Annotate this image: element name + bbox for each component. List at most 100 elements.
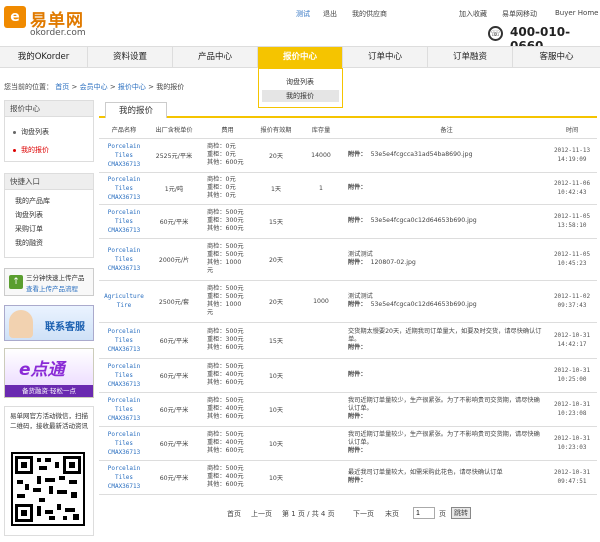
cell-line: 09:47:51 [557, 478, 587, 485]
attach-label: 附件： [348, 217, 367, 224]
bullet-icon [13, 149, 16, 152]
cell-line: Porcelain [107, 362, 141, 370]
side-inquiry-list[interactable]: 询盘列表 [21, 127, 49, 137]
cell-line: 重柜：500元 [207, 293, 244, 300]
product-link[interactable]: Porcelain Tiles CMAX36713 [99, 426, 149, 461]
cell-line: 商检：500元 [207, 328, 244, 335]
nav-my-okorder[interactable]: 我的OKorder [0, 47, 88, 68]
nav-quotes[interactable]: 报价中心 [258, 47, 343, 68]
attachment-link[interactable]: 53e5e4fcgca0c12d64653b690.jpg [371, 217, 477, 224]
cell-line: CMAX36713 [107, 264, 141, 272]
header: e 易单网 okorder.com 测试 退出 我的供应商 加入收藏 易单网移动… [0, 0, 600, 53]
site-logo[interactable]: e 易单网 okorder.com [4, 6, 104, 40]
cell-line: 商检：500元 [207, 243, 244, 250]
product-link[interactable]: Porcelain Tiles CMAX36713 [99, 358, 149, 393]
breadcrumb: 您当前的位置： 首页 > 会员中心 > 报价中心 > 我的报价 [4, 82, 184, 92]
cell-line: 2012-10-31 [553, 332, 591, 339]
cell-line: 其他：600元 [207, 225, 244, 232]
quote-menu: 报价中心 询盘列表 我的报价 [4, 100, 94, 162]
nav-service[interactable]: 客服中心 [513, 47, 600, 68]
cell-line: Tiles [114, 405, 134, 413]
product-link[interactable]: Porcelain Tiles CMAX36713 [99, 392, 149, 427]
user-link[interactable]: 测试 [296, 9, 310, 19]
nav-products[interactable]: 产品中心 [173, 47, 258, 68]
nav-financing[interactable]: 订单融资 [428, 47, 513, 68]
contact-service-banner[interactable]: 联系客服 [4, 305, 94, 341]
cell-line: 重柜：500元 [207, 251, 244, 258]
attachment-link[interactable]: 53e5e4fcgcca31ad54ba8690.jpg [371, 151, 473, 158]
nav-profile[interactable]: 资料设置 [88, 47, 173, 68]
attachment-link[interactable]: 120807-02.jpg [371, 259, 416, 266]
note-text: 测试测试 [348, 293, 373, 300]
pager-prev[interactable]: 上一页 [251, 509, 272, 519]
note-cell: 测试测试 附件： 53e5e4fcgca0c12d64653b690.jpg [346, 280, 547, 323]
product-link[interactable]: Porcelain Tiles CMAX36713 [99, 322, 149, 359]
nav-orders[interactable]: 订单中心 [343, 47, 428, 68]
cell-line: Porcelain [107, 142, 141, 150]
note-cell: 附件： [346, 358, 547, 393]
cell-line: Tiles [114, 217, 134, 225]
stock-cell [296, 392, 346, 427]
quick-inquiry-list[interactable]: 询盘列表 [15, 210, 43, 220]
price-cell: 60元/平米 [149, 460, 199, 495]
breadcrumb-quote[interactable]: 报价中心 [118, 83, 146, 91]
stock-cell: 1 [296, 172, 346, 205]
stock-cell [296, 204, 346, 239]
note-text: 测试测试 [348, 251, 373, 258]
table-header-row: 产品名称 出厂含税单价 费用 报价有效期 库存量 备注 时间 [99, 122, 597, 139]
cell-line: Porcelain [107, 396, 141, 404]
epoint-banner[interactable]: e点通 备货融资·轻松一点 [4, 348, 94, 398]
tab-my-quotes[interactable]: 我的报价 [105, 102, 167, 118]
dropdown-inquiry-list[interactable]: 询盘列表 [262, 76, 339, 88]
cell-line: 重柜：400元 [207, 371, 244, 378]
pager-first[interactable]: 首页 [227, 509, 241, 519]
buyer-home-link[interactable]: Buyer Home [555, 9, 598, 17]
price-cell: 2500元/套 [149, 280, 199, 323]
cell-line: 2012-11-13 [553, 147, 591, 154]
stock-cell [296, 358, 346, 393]
cell-line: CMAX36713 [107, 482, 141, 490]
phone-icon: ☏ [488, 26, 503, 41]
quick-product-library[interactable]: 我的产品库 [15, 196, 50, 206]
valid-cell: 10天 [256, 392, 296, 427]
upload-flow-link[interactable]: 查看上传产品流程 [26, 283, 78, 293]
cell-line: Tiles [114, 151, 134, 159]
col-time: 时间 [547, 122, 597, 139]
mobile-link[interactable]: 易单网移动 [502, 9, 537, 19]
cell-line: 10:25:00 [557, 376, 587, 383]
cell-line: CMAX36713 [107, 448, 141, 456]
valid-cell: 10天 [256, 358, 296, 393]
product-link[interactable]: Porcelain Tiles CMAX36713 [99, 138, 149, 173]
pager-page-input[interactable] [413, 507, 435, 519]
table-row: Porcelain Tiles CMAX36713 60元/平米 商检：500元 重柜：4… [99, 426, 597, 461]
my-suppliers-link[interactable]: 我的供应商 [352, 9, 387, 19]
valid-cell: 10天 [256, 426, 296, 461]
pager-last[interactable]: 末页 [385, 509, 399, 519]
quick-my-financing[interactable]: 我的融资 [15, 238, 43, 248]
product-link[interactable]: Agriculture Tire [99, 280, 149, 323]
quick-purchase-orders[interactable]: 采购订单 [15, 224, 43, 234]
cell-line: 2012-11-02 [553, 293, 591, 300]
hotline: ☏ 400-010-0660 [488, 25, 598, 53]
cell-line: 重柜：400元 [207, 439, 244, 446]
logo-mark: e [4, 6, 26, 28]
cell-line: 商检：500元 [207, 285, 244, 292]
product-link[interactable]: Porcelain Tiles CMAX36713 [99, 238, 149, 281]
pager-next[interactable]: 下一页 [353, 509, 374, 519]
logout-link[interactable]: 退出 [323, 9, 337, 19]
product-link[interactable]: Porcelain Tiles CMAX36713 [99, 460, 149, 495]
favorite-link[interactable]: 加入收藏 [459, 9, 487, 19]
side-my-quotes[interactable]: 我的报价 [21, 145, 49, 155]
product-link[interactable]: Porcelain Tiles CMAX36713 [99, 204, 149, 239]
pager-go-button[interactable]: 跳转 [451, 507, 471, 519]
upload-banner[interactable]: ↑ 三分钟快速上传产品 查看上传产品流程 [4, 268, 94, 296]
quotes-table: 产品名称 出厂含税单价 费用 报价有效期 库存量 备注 时间 Porcelain… [99, 122, 597, 495]
product-link[interactable]: Porcelain Tiles CMAX36713 [99, 172, 149, 205]
attachment-link[interactable]: 53e5e4fcgca0c12d64653b690.jpg [371, 301, 477, 308]
valid-cell: 20天 [256, 138, 296, 173]
table-row: Porcelain Tiles CMAX36713 1元/吨 商检：0元 重柜：0元 其他：… [99, 172, 597, 205]
breadcrumb-home[interactable]: 首页 [55, 83, 69, 91]
cell-line: CMAX36713 [107, 380, 141, 388]
fees-cell: 商检：500元 重柜：400元 其他：600元 [199, 358, 256, 393]
breadcrumb-member[interactable]: 会员中心 [80, 83, 108, 91]
